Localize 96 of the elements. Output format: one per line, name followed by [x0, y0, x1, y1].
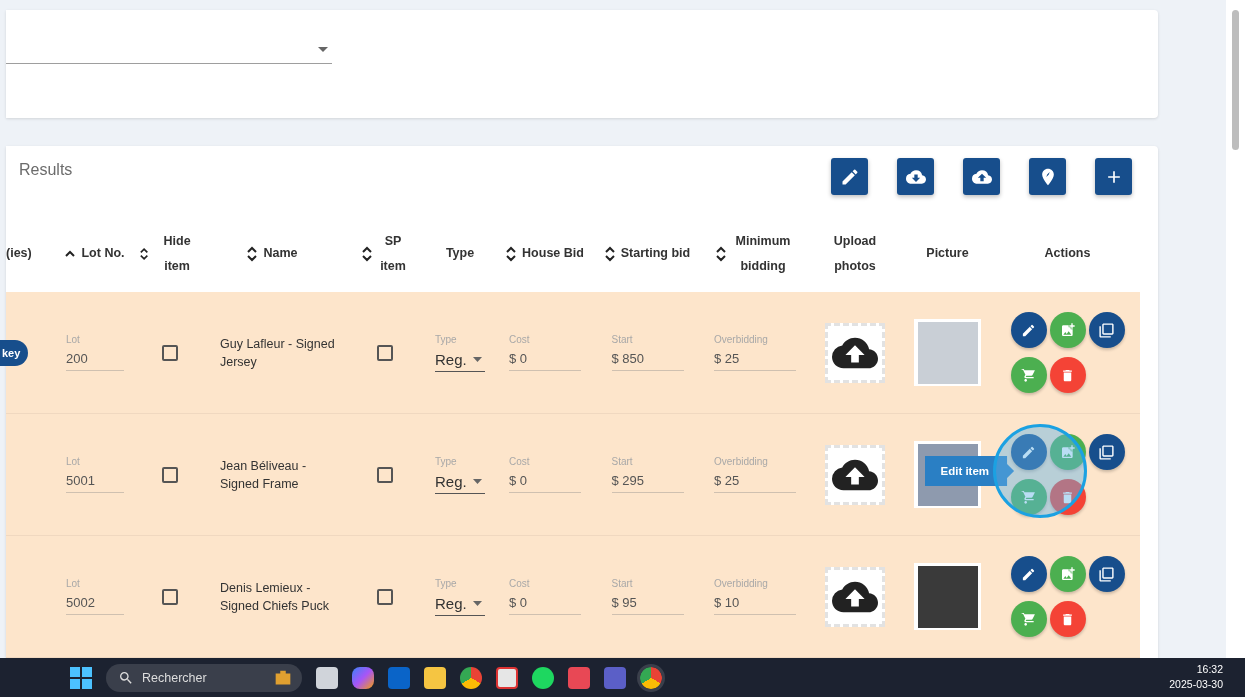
cost-field[interactable]: Cost $ 0	[509, 456, 581, 493]
overbidding-field[interactable]: Overbidding $ 25	[714, 456, 796, 493]
sort-icon[interactable]	[716, 245, 726, 262]
sp-item-checkbox[interactable]	[377, 466, 393, 483]
sort-icon[interactable]	[247, 245, 258, 262]
sort-icon[interactable]	[604, 245, 615, 262]
lot-field[interactable]: Lot 5001	[66, 456, 124, 493]
copy-icon	[1098, 443, 1115, 461]
column-header: (ies)	[6, 245, 32, 262]
upload-button[interactable]	[963, 158, 1000, 195]
image-plus-icon	[1059, 566, 1076, 582]
column-header[interactable]: SP item	[378, 228, 408, 279]
sort-icon[interactable]	[506, 245, 517, 262]
column-header: Actions	[1044, 245, 1091, 262]
location-button[interactable]	[1029, 158, 1066, 195]
trash-icon	[1060, 489, 1075, 505]
overbidding-field[interactable]: Overbidding $ 25	[714, 334, 796, 371]
column-header[interactable]: Name	[263, 241, 298, 266]
photo-placeholder	[914, 319, 981, 386]
caret-icon	[318, 47, 328, 52]
browser-icon[interactable]	[460, 666, 482, 689]
type-select[interactable]: Type Reg.	[435, 577, 485, 616]
results-title: Results	[19, 161, 73, 179]
cart-button[interactable]	[1010, 601, 1047, 637]
pencil-icon	[1021, 444, 1036, 460]
cart-icon	[1020, 611, 1037, 627]
start-field[interactable]: Start $ 95	[611, 578, 684, 615]
duplicate-button[interactable]	[1088, 556, 1125, 592]
hide-item-checkbox[interactable]	[162, 344, 178, 361]
image-plus-icon	[1059, 322, 1076, 338]
app-icon[interactable]	[568, 666, 590, 689]
browser-icon[interactable]	[640, 666, 662, 689]
column-header[interactable]: Hide item	[154, 228, 200, 279]
pencil-icon	[1021, 322, 1036, 338]
edit-item-button[interactable]	[1010, 312, 1047, 348]
upload-photo-dropzone[interactable]	[825, 444, 885, 505]
sort-ascending-icon[interactable]	[65, 250, 76, 257]
category-chip[interactable]: key	[0, 339, 29, 366]
task-view-icon[interactable]	[316, 666, 338, 689]
clock-time[interactable]: 16:32	[1196, 662, 1223, 677]
caret-icon	[472, 600, 482, 606]
item-name: Guy Lafleur - Signed Jersey	[219, 335, 336, 371]
duplicate-button[interactable]	[1088, 434, 1125, 470]
cart-icon	[1020, 489, 1037, 505]
delete-button[interactable]	[1049, 357, 1086, 393]
photo-placeholder	[914, 563, 981, 630]
type-select[interactable]: Type Reg.	[435, 333, 485, 372]
column-header[interactable]: Minimum bidding	[732, 228, 794, 279]
sort-icon[interactable]	[362, 245, 372, 262]
caret-icon	[472, 478, 482, 484]
caret-icon	[472, 356, 482, 362]
windows-icon[interactable]	[70, 666, 92, 689]
cart-button[interactable]	[1010, 357, 1047, 393]
sort-icon[interactable]	[140, 245, 149, 262]
folder-icon[interactable]	[424, 666, 446, 689]
lot-field[interactable]: Lot 200	[66, 334, 124, 371]
column-header[interactable]: Lot No.	[81, 241, 125, 266]
sp-item-checkbox[interactable]	[377, 588, 393, 605]
start-field[interactable]: Start $ 295	[611, 456, 684, 493]
edit-button[interactable]	[831, 158, 868, 195]
taskbar-search[interactable]: Rechercher	[106, 663, 302, 692]
column-header: Upload photos	[832, 232, 878, 275]
overbidding-field[interactable]: Overbidding $ 10	[714, 578, 796, 615]
hide-item-checkbox[interactable]	[162, 588, 178, 605]
item-name: Denis Lemieux - Signed Chiefs Puck	[219, 579, 331, 615]
type-select[interactable]: Type Reg.	[435, 455, 485, 494]
hide-item-checkbox[interactable]	[162, 466, 178, 483]
upload-photo-dropzone[interactable]	[825, 322, 885, 383]
column-header[interactable]: House Bid	[522, 241, 584, 266]
copy-icon	[1098, 565, 1115, 583]
edit-item-button[interactable]	[1010, 556, 1047, 592]
column-header: Picture	[926, 245, 969, 262]
tooltip: Edit item	[924, 456, 1015, 486]
trash-icon	[1060, 367, 1075, 383]
start-field[interactable]: Start $ 850	[611, 334, 684, 371]
scrollbar[interactable]	[1226, 0, 1245, 658]
duplicate-button[interactable]	[1088, 312, 1125, 348]
item-name: Jean Béliveau - Signed Frame	[219, 457, 308, 493]
cost-field[interactable]: Cost $ 0	[509, 578, 581, 615]
delete-button[interactable]	[1049, 479, 1086, 515]
delete-button[interactable]	[1049, 601, 1086, 637]
upload-photo-dropzone[interactable]	[825, 566, 885, 627]
column-header: Type	[445, 245, 475, 262]
clock-date[interactable]: 2025-03-30	[1169, 677, 1223, 692]
image-plus-icon	[1059, 444, 1076, 460]
cost-field[interactable]: Cost $ 0	[509, 334, 581, 371]
sp-item-checkbox[interactable]	[377, 344, 393, 361]
pencil-icon	[1021, 566, 1036, 582]
copy-icon	[1098, 321, 1115, 339]
column-header[interactable]: Starting bid	[620, 241, 691, 266]
cart-icon	[1020, 367, 1037, 383]
add-button[interactable]	[1095, 158, 1132, 195]
download-button[interactable]	[897, 158, 934, 195]
search-icon	[118, 669, 134, 686]
lot-field[interactable]: Lot 5002	[66, 578, 124, 615]
trash-icon	[1060, 611, 1075, 627]
